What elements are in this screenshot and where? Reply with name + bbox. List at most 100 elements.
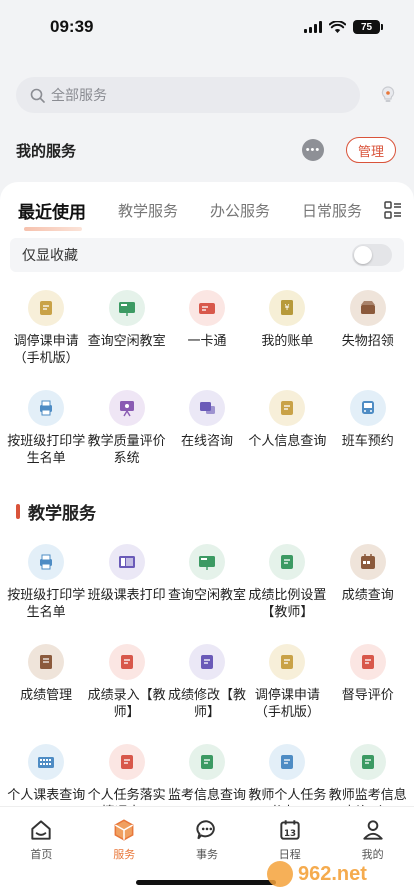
- section-marker: [16, 503, 20, 519]
- service-item[interactable]: 成绩修改【教师】: [167, 644, 247, 744]
- my-services-title: 我的服务: [16, 142, 77, 160]
- service-item-label: 失物招领: [341, 333, 394, 348]
- calendar-day: 13: [284, 829, 296, 839]
- bulb-button[interactable]: [360, 85, 396, 105]
- tab-label: 服务: [113, 849, 136, 861]
- tab-recent[interactable]: 最近使用: [18, 198, 86, 231]
- service-item[interactable]: 按班级打印学生名单: [6, 544, 86, 644]
- category-tabs: 最近使用 教学服务 办公服务 日常服务: [0, 182, 414, 238]
- exam-download-icon: [188, 744, 225, 780]
- service-item[interactable]: 班级课表打印: [86, 544, 166, 644]
- service-item-label: 查询空闲教室: [167, 587, 246, 602]
- person-card-icon: [269, 390, 306, 426]
- service-item[interactable]: 教师监考信息查询（...: [328, 744, 408, 806]
- service-item-label: 个人任务落实情况查...: [87, 787, 166, 806]
- service-item[interactable]: 成绩比例设置【教师】: [247, 544, 327, 644]
- service-item[interactable]: 督导评价: [328, 644, 408, 744]
- svg-text:¥: ¥: [285, 303, 290, 312]
- service-item-label: 成绩比例设置【教师】: [248, 587, 327, 619]
- favorites-label: 仅显收藏: [22, 247, 78, 263]
- keyboard-grid-icon: [28, 744, 65, 780]
- service-item[interactable]: 失物招领: [328, 290, 408, 390]
- home-indicator: [136, 880, 276, 885]
- favorites-toggle[interactable]: [352, 244, 392, 266]
- service-item-label: 按班级打印学生名单: [7, 587, 86, 619]
- svg-text:962.net: 962.net: [298, 863, 367, 885]
- watermark-logo: 962.net: [264, 856, 404, 892]
- recent-services-grid: 调停课申请（手机版） 查询空闲教室 一卡通 ¥ 我的账单 失物招领按班级打印学生名单 教学质…: [0, 290, 414, 490]
- watermark-graphic: 962.net: [267, 861, 367, 887]
- service-item-label: 我的账单: [261, 333, 314, 348]
- search-icon: [30, 88, 45, 103]
- search-row: 全部服务: [0, 54, 414, 122]
- id-card-icon: [188, 290, 225, 326]
- service-item-label: 在线咨询: [180, 433, 233, 448]
- signal-icon: [304, 21, 322, 33]
- service-item[interactable]: 个人课表查询: [6, 744, 86, 806]
- service-item[interactable]: 教学质量评价系统: [86, 390, 166, 490]
- notebook-icon: [28, 644, 65, 680]
- service-item-label: 按班级打印学生名单: [7, 433, 86, 465]
- tab-daily[interactable]: 日常服务: [302, 200, 362, 221]
- supervision-icon: [349, 644, 386, 680]
- service-item[interactable]: 在线咨询: [167, 390, 247, 490]
- schedule-card-icon: [269, 644, 306, 680]
- calendar-icon: 13: [280, 820, 300, 840]
- manage-button[interactable]: 管理: [345, 137, 396, 163]
- service-item[interactable]: 调停课申请（手机版）: [247, 644, 327, 744]
- bus-icon: [349, 390, 386, 426]
- service-item[interactable]: 个人任务落实情况查...: [86, 744, 166, 806]
- service-item-label: 调停课申请（手机版）: [254, 687, 320, 719]
- service-item[interactable]: 班车预约: [328, 390, 408, 490]
- service-item[interactable]: 成绩管理: [6, 644, 86, 744]
- tab-home[interactable]: 首页: [0, 807, 83, 896]
- evaluation-board-icon: [108, 390, 145, 426]
- service-item-label: 督导评价: [341, 687, 394, 702]
- service-item-label: 成绩修改【教师】: [167, 687, 246, 719]
- more-icon[interactable]: •••: [301, 139, 324, 161]
- bill-icon: ¥: [269, 290, 306, 326]
- service-item-label: 个人课表查询: [7, 787, 86, 802]
- battery-level: 75: [360, 21, 373, 33]
- service-item[interactable]: 个人信息查询: [247, 390, 327, 490]
- service-item[interactable]: 按班级打印学生名单: [6, 390, 86, 490]
- grade-ratio-icon: [269, 544, 306, 580]
- calendar-grade-icon: [349, 544, 386, 580]
- task-doc-icon: [269, 744, 306, 780]
- grade-entry-icon: [108, 644, 145, 680]
- service-item[interactable]: ¥ 我的账单: [247, 290, 327, 390]
- tab-office[interactable]: 办公服务: [210, 200, 270, 221]
- printer-icon: [28, 390, 65, 426]
- category-list-icon[interactable]: [384, 201, 402, 219]
- service-item-label: 教师个人任务书查...: [248, 787, 327, 806]
- teaching-section-title: 教学服务: [28, 503, 96, 523]
- lightbulb-icon: [381, 86, 395, 102]
- service-item[interactable]: 一卡通: [167, 290, 247, 390]
- status-indicators: 75: [304, 20, 383, 34]
- service-item[interactable]: 查询空闲教室: [167, 544, 247, 644]
- tab-teaching[interactable]: 教学服务: [118, 200, 178, 221]
- services-card: 最近使用 教学服务 办公服务 日常服务 仅显收藏 调停课申请（手机版） 查询空闲教…: [0, 182, 414, 806]
- service-cube-icon: [114, 819, 134, 841]
- printer-icon: [28, 544, 65, 580]
- service-item-label: 查询空闲教室: [87, 333, 166, 348]
- service-item[interactable]: 成绩查询: [328, 544, 408, 644]
- status-time: 09:39: [50, 17, 94, 36]
- classroom-board-icon: [108, 290, 145, 326]
- favorites-filter: 仅显收藏: [10, 238, 404, 272]
- service-item-label: 班车预约: [341, 433, 394, 448]
- service-item[interactable]: 监考信息查询: [167, 744, 247, 806]
- my-services-header: 我的服务 ••• 管理: [0, 122, 414, 178]
- search-input[interactable]: 全部服务: [16, 77, 360, 113]
- teaching-section-header: 教学服务: [0, 490, 414, 532]
- tab-label: 事务: [195, 849, 218, 861]
- grade-edit-icon: [188, 644, 225, 680]
- service-item-label: 调停课申请（手机版）: [13, 333, 79, 365]
- service-item[interactable]: 教师个人任务书查...: [247, 744, 327, 806]
- service-item[interactable]: 成绩录入【教师】: [86, 644, 166, 744]
- search-placeholder: 全部服务: [51, 87, 107, 103]
- service-item-label: 成绩查询: [341, 587, 394, 602]
- service-item[interactable]: 查询空闲教室: [86, 290, 166, 390]
- schedule-card-icon: [28, 290, 65, 326]
- service-item[interactable]: 调停课申请（手机版）: [6, 290, 86, 390]
